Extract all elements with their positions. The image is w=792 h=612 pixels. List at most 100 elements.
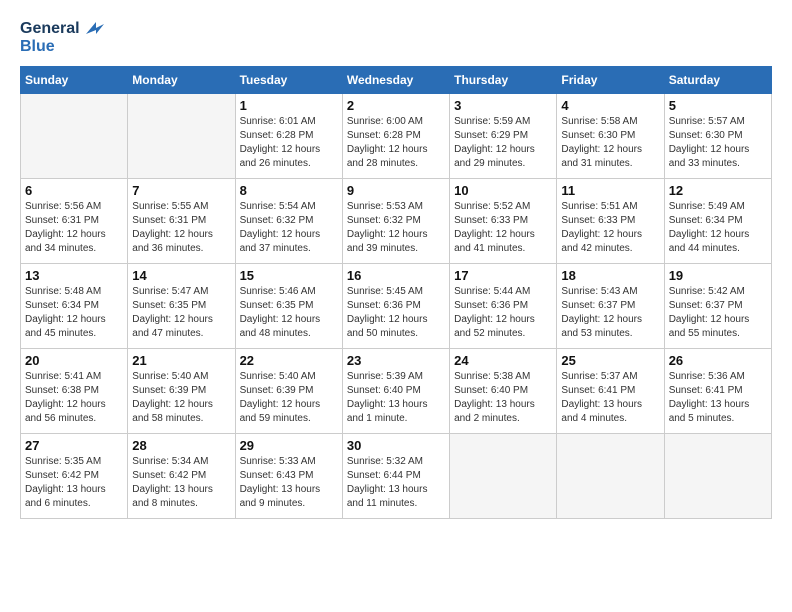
sunset-text: Sunset: 6:32 PM — [347, 214, 445, 228]
sunset-text: Sunset: 6:35 PM — [240, 299, 338, 313]
sunrise-text: Sunrise: 5:38 AM — [454, 370, 552, 384]
day-number: 16 — [347, 268, 445, 283]
calendar-cell — [450, 434, 557, 519]
week-row-3: 20 Sunrise: 5:41 AMSunset: 6:38 PMDayligh… — [21, 349, 772, 434]
calendar: SundayMondayTuesdayWednesdayThursdayFrid… — [20, 66, 772, 519]
logo-blue: Blue — [20, 38, 55, 56]
day-number: 20 — [25, 353, 123, 368]
calendar-cell: 8Sunrise: 5:54 AMSunset: 6:32 PMDaylight… — [235, 179, 342, 264]
day-info: Sunrise: 5:42 AMSunset: 6:37 PMDaylight:… — [669, 285, 767, 341]
day-info: Sunrise: 6:01 AMSunset: 6:28 PMDaylight:… — [240, 115, 338, 171]
calendar-cell: 3Sunrise: 5:59 AMSunset: 6:29 PMDaylight… — [450, 94, 557, 179]
day-number: 8 — [240, 183, 338, 198]
sunrise-text: Sunrise: 5:53 AM — [347, 200, 445, 214]
daylight-text: Daylight: 13 hours and 5 minutes. — [669, 398, 767, 426]
calendar-cell: 25Sunrise: 5:37 AMSunset: 6:41 PMDayligh… — [557, 349, 664, 434]
day-number: 21 — [132, 353, 230, 368]
day-number: 27 — [25, 438, 123, 453]
calendar-cell: 10Sunrise: 5:52 AMSunset: 6:33 PMDayligh… — [450, 179, 557, 264]
weekday-header-saturday: Saturday — [664, 67, 771, 94]
day-number: 13 — [25, 268, 123, 283]
daylight-text: Daylight: 12 hours and 47 minutes. — [132, 313, 230, 341]
day-info: Sunrise: 5:33 AMSunset: 6:43 PMDaylight:… — [240, 455, 338, 511]
day-number: 2 — [347, 98, 445, 113]
day-info: Sunrise: 5:47 AMSunset: 6:35 PMDaylight:… — [132, 285, 230, 341]
sunrise-text: Sunrise: 5:33 AM — [240, 455, 338, 469]
sunset-text: Sunset: 6:39 PM — [240, 384, 338, 398]
sunset-text: Sunset: 6:41 PM — [561, 384, 659, 398]
daylight-text: Daylight: 12 hours and 45 minutes. — [25, 313, 123, 341]
calendar-cell: 14 Sunrise: 5:47 AMSunset: 6:35 PMDayligh… — [128, 264, 235, 349]
daylight-text: Daylight: 13 hours and 9 minutes. — [240, 483, 338, 511]
calendar-cell: 20 Sunrise: 5:41 AMSunset: 6:38 PMDayligh… — [21, 349, 128, 434]
sunrise-text: Sunrise: 5:56 AM — [25, 200, 123, 214]
logo-arrow-icon — [82, 20, 104, 38]
day-number: 6 — [25, 183, 123, 198]
sunset-text: Sunset: 6:38 PM — [25, 384, 123, 398]
daylight-text: Daylight: 12 hours and 31 minutes. — [561, 143, 659, 171]
sunrise-text: Sunrise: 5:40 AM — [132, 370, 230, 384]
weekday-header-thursday: Thursday — [450, 67, 557, 94]
day-info: Sunrise: 5:51 AMSunset: 6:33 PMDaylight:… — [561, 200, 659, 256]
sunset-text: Sunset: 6:41 PM — [669, 384, 767, 398]
day-number: 18 — [561, 268, 659, 283]
day-number: 9 — [347, 183, 445, 198]
daylight-text: Daylight: 12 hours and 39 minutes. — [347, 228, 445, 256]
day-number: 30 — [347, 438, 445, 453]
day-number: 12 — [669, 183, 767, 198]
sunset-text: Sunset: 6:30 PM — [669, 129, 767, 143]
calendar-cell: 27Sunrise: 5:35 AMSunset: 6:42 PMDayligh… — [21, 434, 128, 519]
day-info: Sunrise: 5:41 AMSunset: 6:38 PMDaylight:… — [25, 370, 123, 426]
week-row-4: 27Sunrise: 5:35 AMSunset: 6:42 PMDayligh… — [21, 434, 772, 519]
daylight-text: Daylight: 12 hours and 29 minutes. — [454, 143, 552, 171]
sunset-text: Sunset: 6:32 PM — [240, 214, 338, 228]
day-number: 28 — [132, 438, 230, 453]
sunrise-text: Sunrise: 5:55 AM — [132, 200, 230, 214]
calendar-cell: 30Sunrise: 5:32 AMSunset: 6:44 PMDayligh… — [342, 434, 449, 519]
sunrise-text: Sunrise: 5:40 AM — [240, 370, 338, 384]
calendar-cell: 9 Sunrise: 5:53 AMSunset: 6:32 PMDaylight… — [342, 179, 449, 264]
sunrise-text: Sunrise: 5:36 AM — [669, 370, 767, 384]
sunrise-text: Sunrise: 5:54 AM — [240, 200, 338, 214]
day-info: Sunrise: 5:49 AMSunset: 6:34 PMDaylight:… — [669, 200, 767, 256]
daylight-text: Daylight: 13 hours and 8 minutes. — [132, 483, 230, 511]
day-info: Sunrise: 5:52 AMSunset: 6:33 PMDaylight:… — [454, 200, 552, 256]
daylight-text: Daylight: 12 hours and 26 minutes. — [240, 143, 338, 171]
calendar-cell: 22Sunrise: 5:40 AMSunset: 6:39 PMDayligh… — [235, 349, 342, 434]
sunset-text: Sunset: 6:29 PM — [454, 129, 552, 143]
calendar-cell: 16Sunrise: 5:45 AMSunset: 6:36 PMDayligh… — [342, 264, 449, 349]
daylight-text: Daylight: 12 hours and 56 minutes. — [25, 398, 123, 426]
sunrise-text: Sunrise: 5:51 AM — [561, 200, 659, 214]
logo-general: General — [20, 20, 80, 38]
day-info: Sunrise: 6:00 AMSunset: 6:28 PMDaylight:… — [347, 115, 445, 171]
sunset-text: Sunset: 6:28 PM — [240, 129, 338, 143]
day-number: 1 — [240, 98, 338, 113]
day-info: Sunrise: 5:56 AMSunset: 6:31 PMDaylight:… — [25, 200, 123, 256]
day-info: Sunrise: 5:46 AMSunset: 6:35 PMDaylight:… — [240, 285, 338, 341]
sunset-text: Sunset: 6:33 PM — [561, 214, 659, 228]
sunrise-text: Sunrise: 6:00 AM — [347, 115, 445, 129]
calendar-cell — [664, 434, 771, 519]
day-info: Sunrise: 5:57 AMSunset: 6:30 PMDaylight:… — [669, 115, 767, 171]
day-number: 14 — [132, 268, 230, 283]
daylight-text: Daylight: 12 hours and 36 minutes. — [132, 228, 230, 256]
sunrise-text: Sunrise: 6:01 AM — [240, 115, 338, 129]
sunset-text: Sunset: 6:34 PM — [25, 299, 123, 313]
sunset-text: Sunset: 6:31 PM — [25, 214, 123, 228]
calendar-cell: 11Sunrise: 5:51 AMSunset: 6:33 PMDayligh… — [557, 179, 664, 264]
sunset-text: Sunset: 6:42 PM — [132, 469, 230, 483]
sunset-text: Sunset: 6:35 PM — [132, 299, 230, 313]
sunset-text: Sunset: 6:33 PM — [454, 214, 552, 228]
sunset-text: Sunset: 6:34 PM — [669, 214, 767, 228]
sunrise-text: Sunrise: 5:48 AM — [25, 285, 123, 299]
sunrise-text: Sunrise: 5:47 AM — [132, 285, 230, 299]
calendar-cell: 28Sunrise: 5:34 AMSunset: 6:42 PMDayligh… — [128, 434, 235, 519]
daylight-text: Daylight: 13 hours and 2 minutes. — [454, 398, 552, 426]
day-info: Sunrise: 5:40 AMSunset: 6:39 PMDaylight:… — [132, 370, 230, 426]
sunrise-text: Sunrise: 5:46 AM — [240, 285, 338, 299]
week-row-0: 1Sunrise: 6:01 AMSunset: 6:28 PMDaylight… — [21, 94, 772, 179]
sunrise-text: Sunrise: 5:58 AM — [561, 115, 659, 129]
day-info: Sunrise: 5:53 AMSunset: 6:32 PMDaylight:… — [347, 200, 445, 256]
calendar-cell: 6 Sunrise: 5:56 AMSunset: 6:31 PMDaylight… — [21, 179, 128, 264]
daylight-text: Daylight: 12 hours and 48 minutes. — [240, 313, 338, 341]
